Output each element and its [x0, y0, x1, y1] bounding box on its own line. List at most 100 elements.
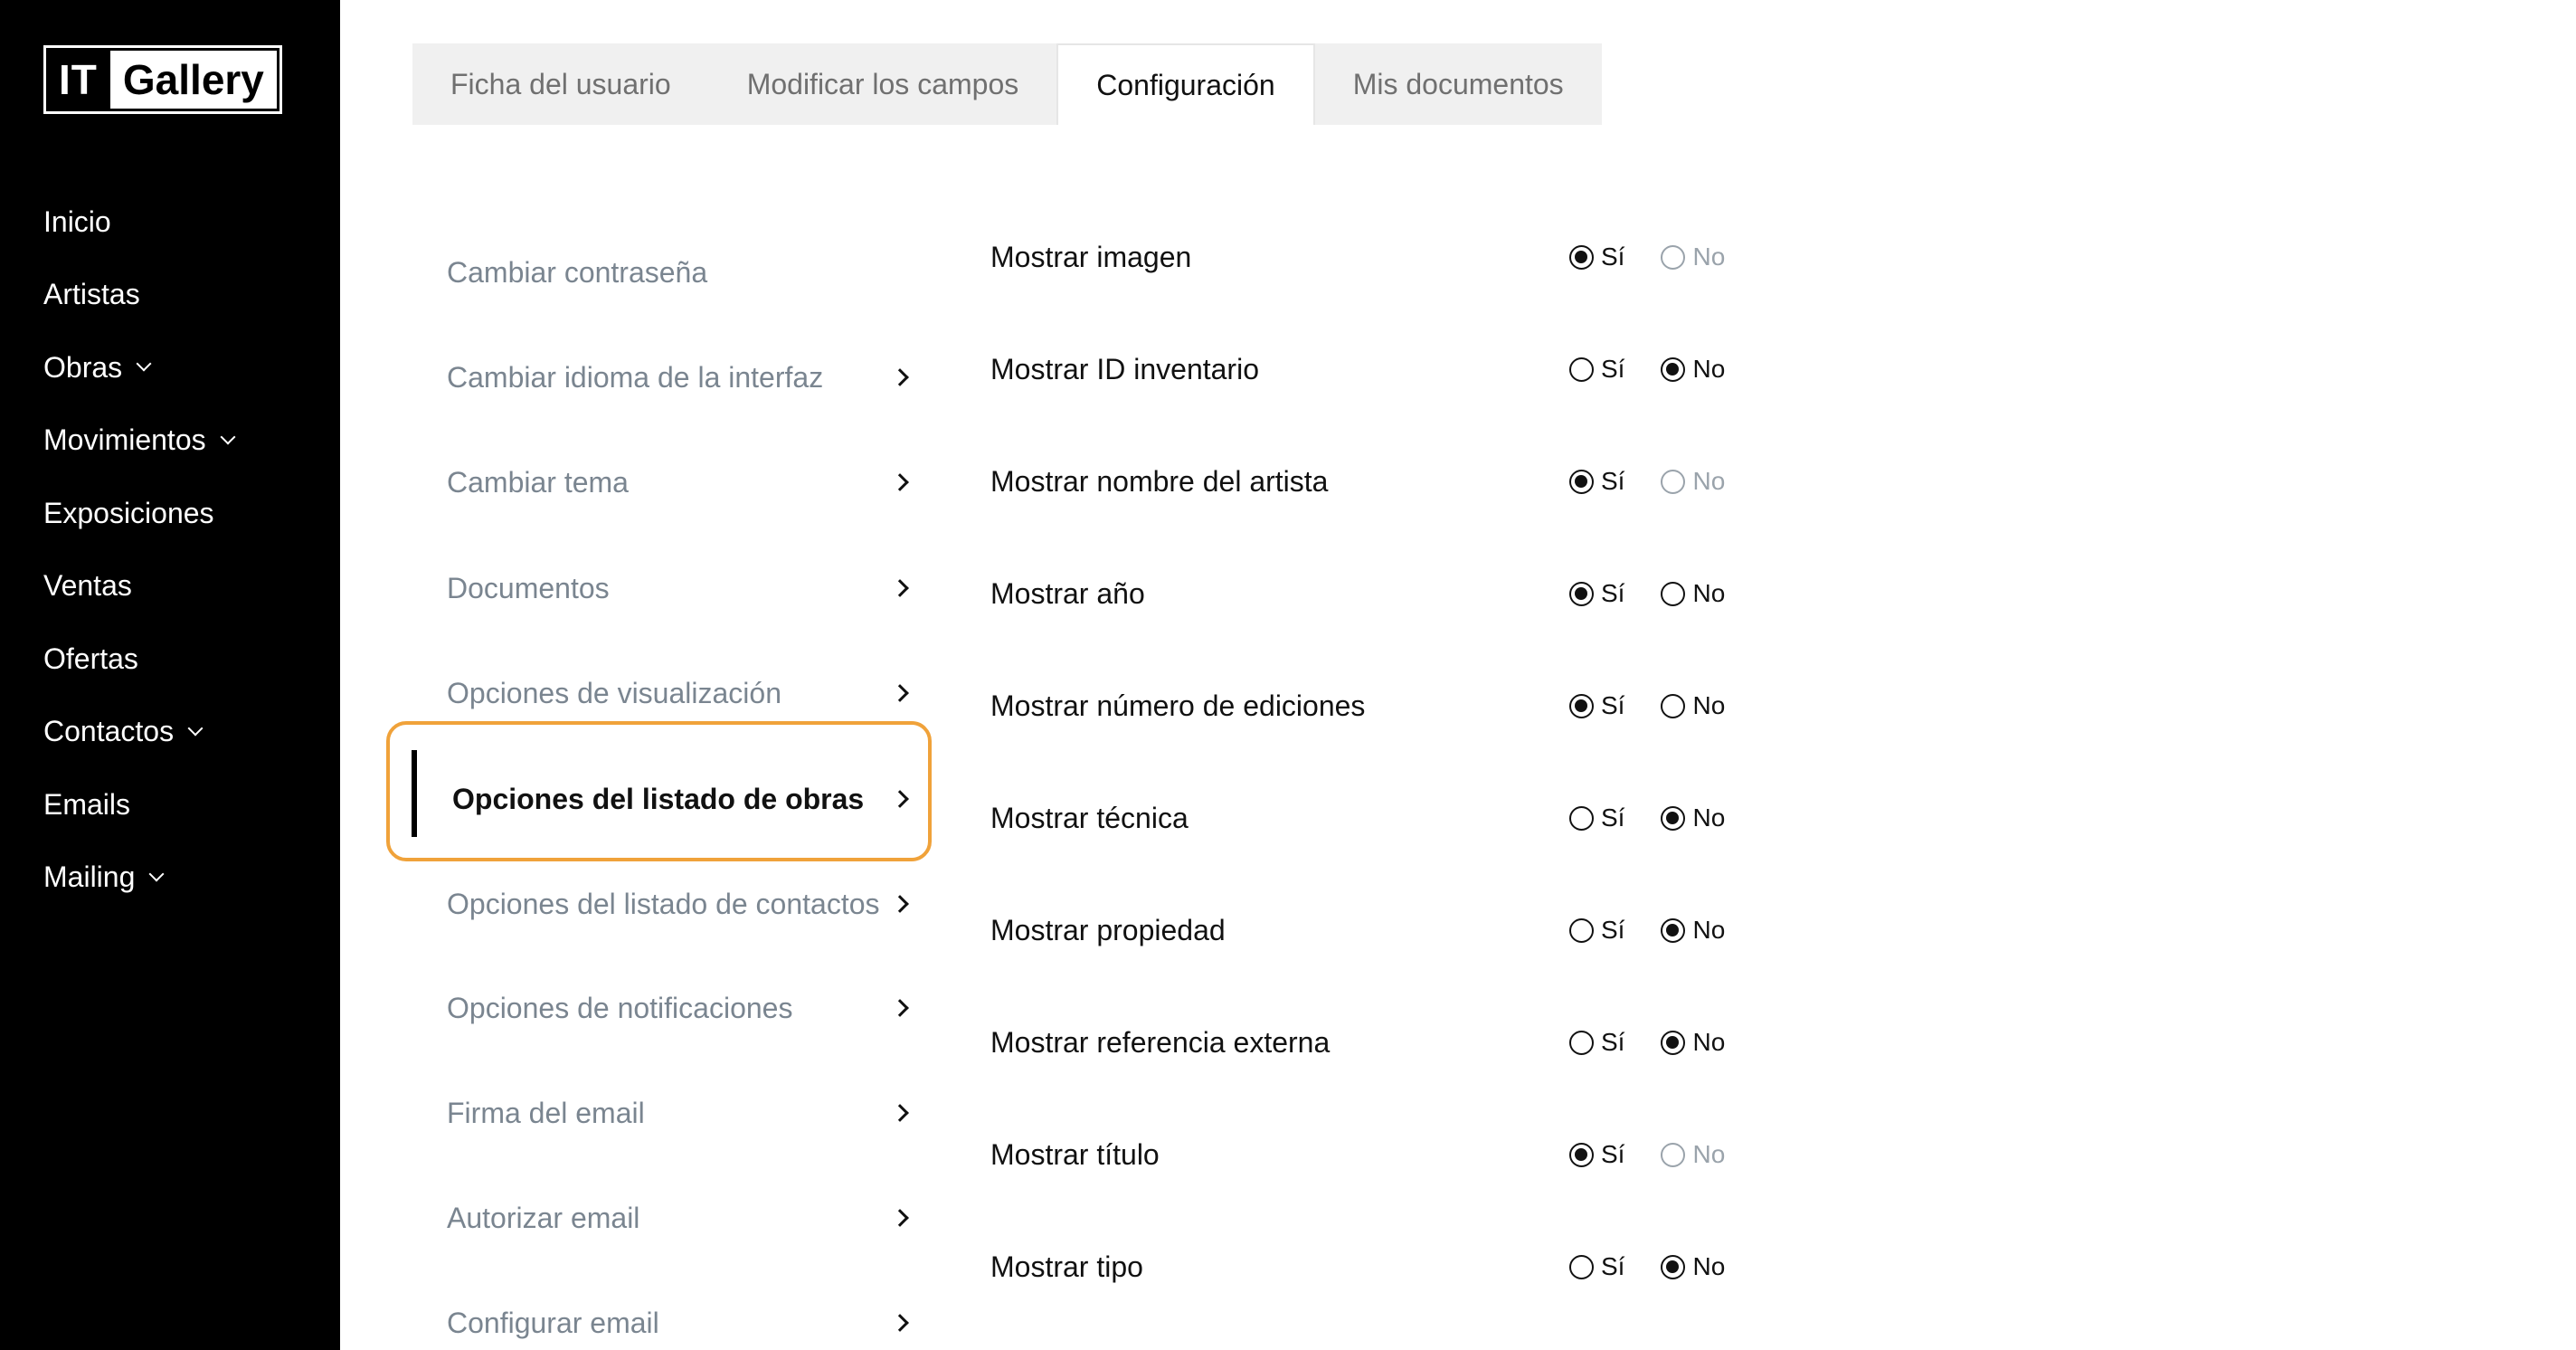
option-row: Mostrar imagen Sí No	[990, 230, 1777, 284]
yes-no-radio-group: Sí No	[1569, 1252, 1761, 1281]
nav-item-label: Mailing	[43, 860, 136, 894]
radio-yes[interactable]: Sí	[1569, 1252, 1624, 1281]
radio-yes[interactable]: Sí	[1569, 579, 1624, 608]
radio-no[interactable]: No	[1661, 355, 1725, 384]
nav-item-label: Inicio	[43, 204, 111, 238]
settings-menu-label: Cambiar tema	[447, 465, 629, 499]
radio-label: Sí	[1601, 691, 1625, 719]
nav-item-label: Artistas	[43, 278, 140, 311]
chevron-right-icon	[891, 1104, 909, 1122]
settings-menu-label: Firma del email	[447, 1096, 645, 1129]
settings-menu-item[interactable]: Cambiar contraseña	[447, 241, 926, 304]
radio-circle	[1661, 917, 1686, 943]
radio-circle	[1661, 469, 1686, 494]
main-nav: Inicio Artistas Obras Movimientos Exposicion…	[43, 185, 236, 915]
nav-item-ventas[interactable]: Ventas	[43, 550, 233, 623]
radio-circle	[1569, 581, 1594, 606]
settings-menu-item[interactable]: Configurar email	[447, 1291, 926, 1350]
radio-yes[interactable]: Sí	[1569, 803, 1624, 832]
settings-menu-item[interactable]: Autorizar email	[447, 1186, 926, 1250]
settings-menu-label: Opciones del listado de contactos	[447, 887, 880, 920]
radio-no[interactable]: No	[1661, 1028, 1725, 1057]
radio-label: Sí	[1601, 1252, 1625, 1280]
radio-yes[interactable]: Sí	[1569, 467, 1624, 496]
chevron-right-icon	[891, 473, 909, 491]
settings-menu-item[interactable]: Cambiar idioma de la interfaz	[447, 346, 926, 409]
radio-label: Sí	[1601, 579, 1625, 607]
option-row: Mostrar año Sí No	[990, 566, 1777, 621]
radio-no[interactable]: No	[1661, 803, 1725, 832]
radio-no[interactable]: No	[1661, 242, 1725, 271]
radio-yes[interactable]: Sí	[1569, 916, 1624, 945]
radio-circle	[1569, 1030, 1594, 1055]
option-row: Mostrar propiedad Sí No	[990, 903, 1777, 957]
radio-no[interactable]: No	[1661, 916, 1725, 945]
nav-item-label: Exposiciones	[43, 496, 214, 529]
nav-item-ofertas[interactable]: Ofertas	[43, 623, 233, 696]
tab-1[interactable]: Modificar los campos	[709, 43, 1057, 125]
chevron-right-icon	[891, 895, 909, 913]
settings-menu-item[interactable]: Cambiar tema	[447, 451, 926, 514]
radio-circle	[1569, 693, 1594, 718]
chevron-right-icon	[891, 368, 909, 386]
radio-label: No	[1692, 916, 1726, 944]
radio-label: Sí	[1601, 803, 1625, 832]
settings-menu-item[interactable]: Opciones del listado de obras	[447, 767, 926, 831]
settings-menu-item[interactable]: Firma del email	[447, 1081, 926, 1145]
radio-label: Sí	[1601, 355, 1625, 383]
radio-yes[interactable]: Sí	[1569, 242, 1624, 271]
radio-yes[interactable]: Sí	[1569, 1140, 1624, 1169]
nav-item-emails[interactable]: Emails	[43, 768, 233, 841]
radio-label: No	[1692, 1252, 1726, 1280]
option-row: Mostrar nombre del artista Sí No	[990, 454, 1777, 509]
option-row: Mostrar número de ediciones Sí No	[990, 679, 1777, 733]
radio-no[interactable]: No	[1661, 1140, 1725, 1169]
radio-no[interactable]: No	[1661, 467, 1725, 496]
radio-yes[interactable]: Sí	[1569, 355, 1624, 384]
nav-item-movimientos[interactable]: Movimientos	[43, 404, 236, 478]
nav-item-inicio[interactable]: Inicio	[43, 185, 233, 259]
tab-0[interactable]: Ficha del usuario	[412, 43, 709, 125]
radio-label: No	[1692, 579, 1726, 607]
option-row: Mostrar referencia externa Sí No	[990, 1015, 1777, 1070]
nav-item-mailing[interactable]: Mailing	[43, 841, 233, 915]
radio-circle	[1569, 469, 1594, 494]
brand-logo[interactable]: IT Gallery	[43, 45, 282, 114]
settings-menu-item[interactable]: Opciones del listado de contactos	[447, 872, 926, 936]
settings-menu-item[interactable]: Documentos	[447, 556, 926, 620]
settings-menu-label: Cambiar idioma de la interfaz	[447, 360, 824, 394]
nav-item-label: Contactos	[43, 715, 175, 748]
nav-item-exposiciones[interactable]: Exposiciones	[43, 477, 233, 550]
active-menu-indicator	[412, 750, 417, 837]
settings-menu-label: Documentos	[447, 571, 610, 604]
yes-no-radio-group: Sí No	[1569, 467, 1761, 496]
nav-item-contactos[interactable]: Contactos	[43, 696, 233, 769]
radio-no[interactable]: No	[1661, 1252, 1725, 1281]
radio-no[interactable]: No	[1661, 691, 1725, 720]
radio-yes[interactable]: Sí	[1569, 691, 1624, 720]
radio-label: No	[1692, 1140, 1726, 1168]
settings-menu-label: Cambiar contraseña	[447, 255, 708, 289]
radio-circle	[1661, 244, 1686, 270]
radio-circle	[1569, 805, 1594, 831]
radio-circle	[1661, 1254, 1686, 1279]
nav-item-artistas[interactable]: Artistas	[43, 259, 233, 332]
sidebar: IT Gallery Inicio Artistas Obras Movimiento…	[0, 0, 340, 1350]
nav-item-label: Movimientos	[43, 423, 206, 457]
nav-item-label: Emails	[43, 787, 131, 821]
settings-menu-item[interactable]: Opciones de notificaciones	[447, 976, 926, 1040]
radio-label: Sí	[1601, 1140, 1625, 1168]
radio-circle	[1661, 1142, 1686, 1167]
tab-2[interactable]: Configuración	[1056, 43, 1315, 125]
radio-no[interactable]: No	[1661, 579, 1725, 608]
chevron-down-icon	[148, 866, 165, 882]
chevron-right-icon	[891, 684, 909, 702]
option-row: Mostrar técnica Sí No	[990, 791, 1777, 845]
radio-yes[interactable]: Sí	[1569, 1028, 1624, 1057]
tab-3[interactable]: Mis documentos	[1315, 43, 1602, 125]
yes-no-radio-group: Sí No	[1569, 691, 1761, 720]
chevron-right-icon	[891, 790, 909, 808]
nav-item-obras[interactable]: Obras	[43, 331, 233, 404]
settings-menu-item[interactable]: Opciones de visualización	[447, 661, 926, 725]
chevron-down-icon	[136, 356, 152, 372]
